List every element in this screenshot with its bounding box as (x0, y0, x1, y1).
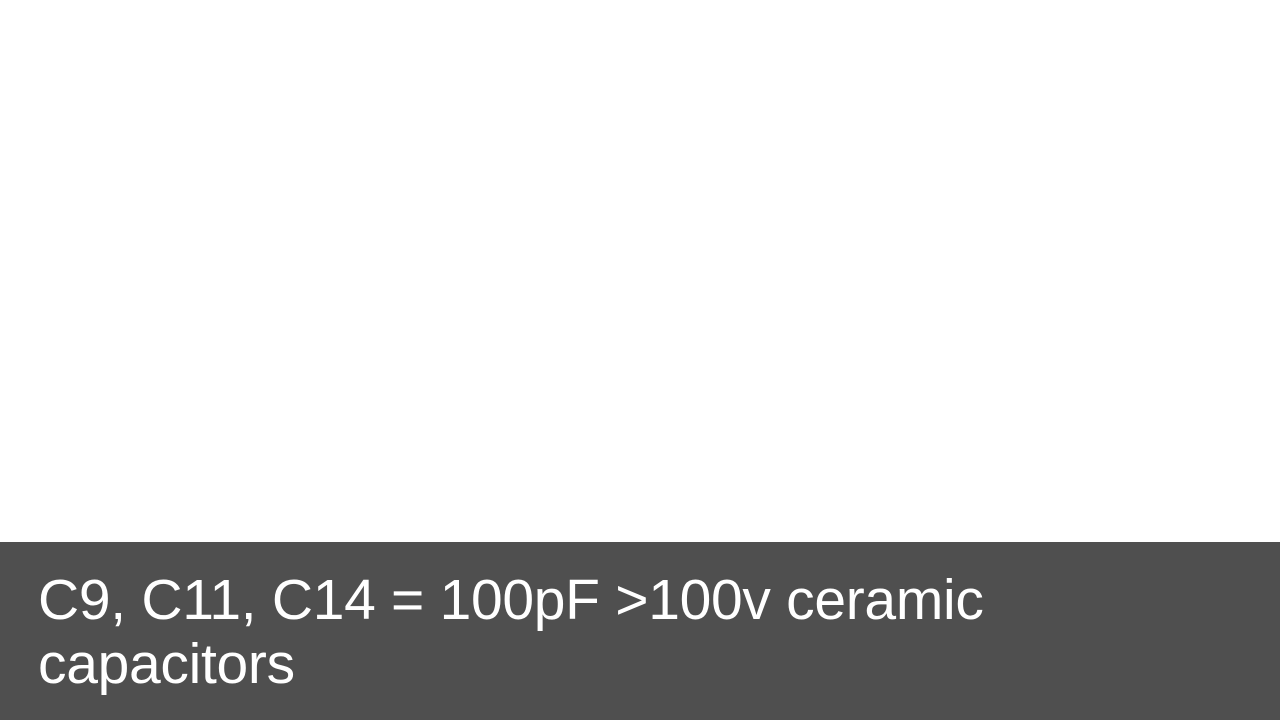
blank-content-area (0, 0, 1280, 542)
caption-text: C9, C11, C14 = 100pF >100v ceramic capac… (38, 568, 984, 696)
slide: C9, C11, C14 = 100pF >100v ceramic capac… (0, 0, 1280, 720)
caption-bar: C9, C11, C14 = 100pF >100v ceramic capac… (0, 542, 1280, 720)
